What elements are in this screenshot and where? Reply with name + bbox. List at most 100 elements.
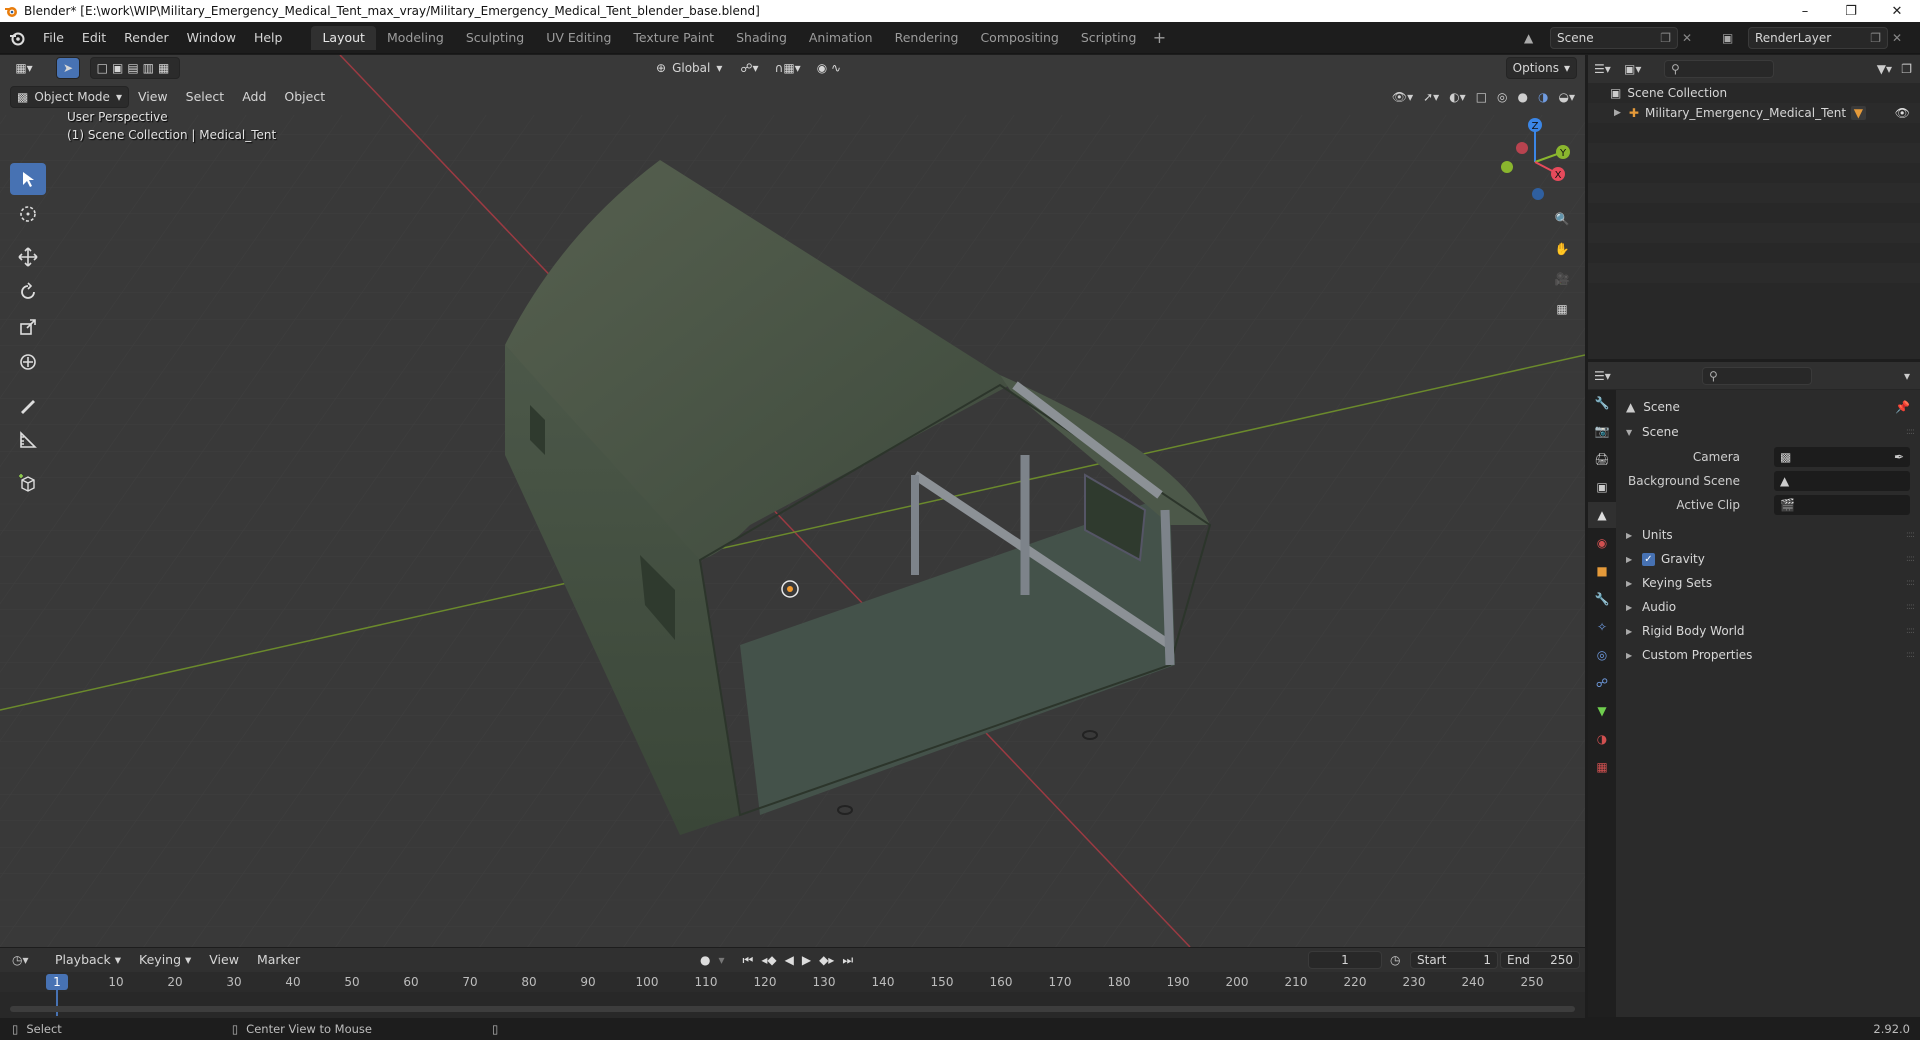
view-layer-tab-icon[interactable]: ▣ — [1588, 474, 1616, 500]
timeline-scrollbar[interactable] — [10, 1006, 1575, 1012]
add-cube-tool-icon[interactable] — [10, 467, 46, 499]
jump-end-icon[interactable]: ⏭ — [842, 953, 853, 968]
menu-window[interactable]: Window — [178, 26, 245, 50]
data-tab-icon[interactable]: ▼ — [1588, 698, 1616, 724]
outliner-row-scene-collection[interactable]: ▣ Scene Collection — [1588, 83, 1920, 103]
timeline-menu-playback[interactable]: Playback ▾ — [46, 948, 130, 972]
gravity-panel-header[interactable]: ▶ ✓ Gravity :::: — [1616, 548, 1920, 570]
viewport-menu-view[interactable]: View — [129, 85, 177, 109]
overlay-toggle-icon[interactable]: ◐▾ — [1449, 90, 1466, 104]
clock-icon[interactable]: ◷ — [1390, 953, 1400, 967]
select-tool-icon[interactable]: ➤ — [56, 57, 80, 79]
outliner-row-object[interactable]: ▶ ✚ Military_Emergency_Medical_Tent ▼ 👁 — [1588, 103, 1920, 123]
rotate-tool-icon[interactable] — [10, 276, 46, 308]
blender-menu-icon[interactable] — [0, 22, 34, 54]
xray-icon[interactable]: □ — [1476, 90, 1487, 104]
ortho-grid-icon[interactable]: ▦ — [1548, 295, 1576, 323]
zoom-icon[interactable]: 🔍 — [1548, 205, 1576, 233]
drag-handle-icon[interactable]: :::: — [1906, 427, 1915, 437]
tab-modeling[interactable]: Modeling — [376, 26, 455, 50]
close-icon[interactable]: ✕ — [1874, 0, 1920, 22]
transform-tool-icon[interactable] — [10, 346, 46, 378]
prev-keyframe-icon[interactable]: ◂◆ — [761, 953, 776, 968]
camera-field[interactable]: ▩ ✒ — [1774, 447, 1910, 467]
modifier-tab-icon[interactable]: 🔧 — [1588, 586, 1616, 612]
viewport-menu-select[interactable]: Select — [177, 85, 234, 109]
texture-tab-icon[interactable]: ▦ — [1588, 754, 1616, 780]
menu-file[interactable]: File — [34, 26, 73, 50]
remove-view-layer-icon[interactable]: ✕ — [1892, 31, 1902, 45]
current-frame-indicator[interactable]: 1 — [46, 974, 68, 990]
tab-sculpting[interactable]: Sculpting — [455, 26, 535, 50]
visibility-eye-icon[interactable]: 👁 — [1895, 106, 1910, 120]
options-dropdown[interactable]: Options ▾ — [1505, 57, 1577, 79]
world-tab-icon[interactable]: ◉ — [1588, 530, 1616, 556]
viewport-menu-add[interactable]: Add — [233, 85, 275, 109]
active-clip-field[interactable]: 🎬 — [1774, 495, 1910, 515]
remove-scene-icon[interactable]: ✕ — [1682, 31, 1692, 45]
select-box-tool-icon[interactable] — [10, 163, 46, 195]
move-tool-icon[interactable] — [10, 241, 46, 273]
pivot-point-icon[interactable]: ☍▾ — [734, 57, 764, 79]
timeline-menu-keying[interactable]: Keying ▾ — [130, 948, 200, 972]
scene-selector[interactable]: ▲ Scene ❐ ✕ — [1524, 26, 1692, 50]
rigid-body-world-panel-header[interactable]: ▶ Rigid Body World :::: — [1616, 620, 1920, 642]
tab-texture-paint[interactable]: Texture Paint — [622, 26, 725, 50]
next-keyframe-icon[interactable]: ◆▸ — [819, 953, 834, 968]
record-options-icon[interactable]: ▾ — [718, 953, 724, 968]
view-layer-selector[interactable]: ▣ RenderLayer ❐ ✕ — [1722, 26, 1902, 50]
new-collection-icon[interactable]: ❐ — [1901, 62, 1912, 76]
viewport-menu-object[interactable]: Object — [275, 85, 334, 109]
proportional-edit-icon[interactable]: ◉ ∿ — [811, 57, 847, 79]
playhead-line[interactable] — [56, 990, 58, 1016]
drag-handle-icon[interactable]: :::: — [1906, 530, 1915, 540]
output-tab-icon[interactable]: 🖨 — [1588, 446, 1616, 472]
visibility-icon[interactable]: 👁▾ — [1392, 90, 1413, 104]
object-data-icon[interactable]: ▼ — [1850, 106, 1866, 120]
timeline-menu-marker[interactable]: Marker — [248, 948, 309, 972]
current-frame-field[interactable]: 1 — [1308, 951, 1382, 969]
keying-sets-panel-header[interactable]: ▶ Keying Sets :::: — [1616, 572, 1920, 594]
transform-orientation-dropdown[interactable]: ⊕ Global ▾ — [650, 57, 728, 79]
drag-handle-icon[interactable]: :::: — [1906, 554, 1915, 564]
tab-uv-editing[interactable]: UV Editing — [535, 26, 622, 50]
jump-start-icon[interactable]: ⏮ — [743, 953, 754, 968]
pin-icon[interactable]: 📌 — [1895, 400, 1910, 414]
timeline-ruler[interactable]: 1 10 20 30 40 50 60 70 80 90 100 110 120 130 140 150 160… — [0, 972, 1585, 1016]
background-scene-field[interactable]: ▲ — [1774, 471, 1910, 491]
render-tab-icon[interactable]: 📷 — [1588, 418, 1616, 444]
timeline-editor-icon[interactable]: ◷▾ — [12, 953, 46, 967]
tab-rendering[interactable]: Rendering — [884, 26, 970, 50]
custom-properties-panel-header[interactable]: ▶ Custom Properties :::: — [1616, 644, 1920, 666]
menu-render[interactable]: Render — [115, 26, 178, 50]
particles-tab-icon[interactable]: ✧ — [1588, 614, 1616, 640]
new-scene-icon[interactable]: ❐ — [1660, 31, 1671, 45]
pan-hand-icon[interactable]: ✋ — [1548, 235, 1576, 263]
audio-panel-header[interactable]: ▶ Audio :::: — [1616, 596, 1920, 618]
scale-tool-icon[interactable] — [10, 311, 46, 343]
object-mode-dropdown[interactable]: ▩ Object Mode ▾ — [10, 86, 129, 108]
display-mode-icon[interactable]: ▣▾ — [1624, 62, 1664, 76]
view-layer-field[interactable]: RenderLayer ❐ — [1748, 27, 1888, 49]
editor-type-icon[interactable]: ▦▾ — [6, 57, 42, 79]
rendered-shading-icon[interactable]: ◒▾ — [1559, 90, 1576, 104]
3d-viewport[interactable]: ▦▾ ➤ □▣▤▥▦ ⊕ Global ▾ ☍▾ ∩▦▾ ◉ ∿ Options… — [0, 55, 1585, 947]
wireframe-shading-icon[interactable]: ◎ — [1497, 90, 1507, 104]
eyedropper-icon[interactable]: ✒ — [1894, 450, 1904, 464]
outliner-search-input[interactable]: ⚲ — [1664, 60, 1774, 78]
add-workspace-button[interactable]: + — [1147, 26, 1171, 50]
menu-help[interactable]: Help — [245, 26, 292, 50]
measure-tool-icon[interactable] — [10, 424, 46, 456]
camera-view-icon[interactable]: 🎥 — [1548, 265, 1576, 293]
navigation-gizmo[interactable]: Z Y X — [1490, 117, 1580, 207]
minimize-icon[interactable]: – — [1782, 0, 1828, 22]
menu-edit[interactable]: Edit — [73, 26, 115, 50]
properties-editor-icon[interactable]: ☰▾ — [1594, 369, 1624, 383]
scene-tab-icon[interactable]: ▲ — [1588, 502, 1616, 528]
play-icon[interactable]: ▶ — [802, 953, 811, 968]
annotate-tool-icon[interactable] — [10, 389, 46, 421]
scene-panel-header[interactable]: ▼ Scene :::: — [1616, 421, 1920, 443]
selection-mode-icons[interactable]: □▣▤▥▦ — [90, 57, 180, 79]
start-frame-field[interactable]: Start 1 — [1410, 951, 1498, 969]
end-frame-field[interactable]: End 250 — [1500, 951, 1580, 969]
